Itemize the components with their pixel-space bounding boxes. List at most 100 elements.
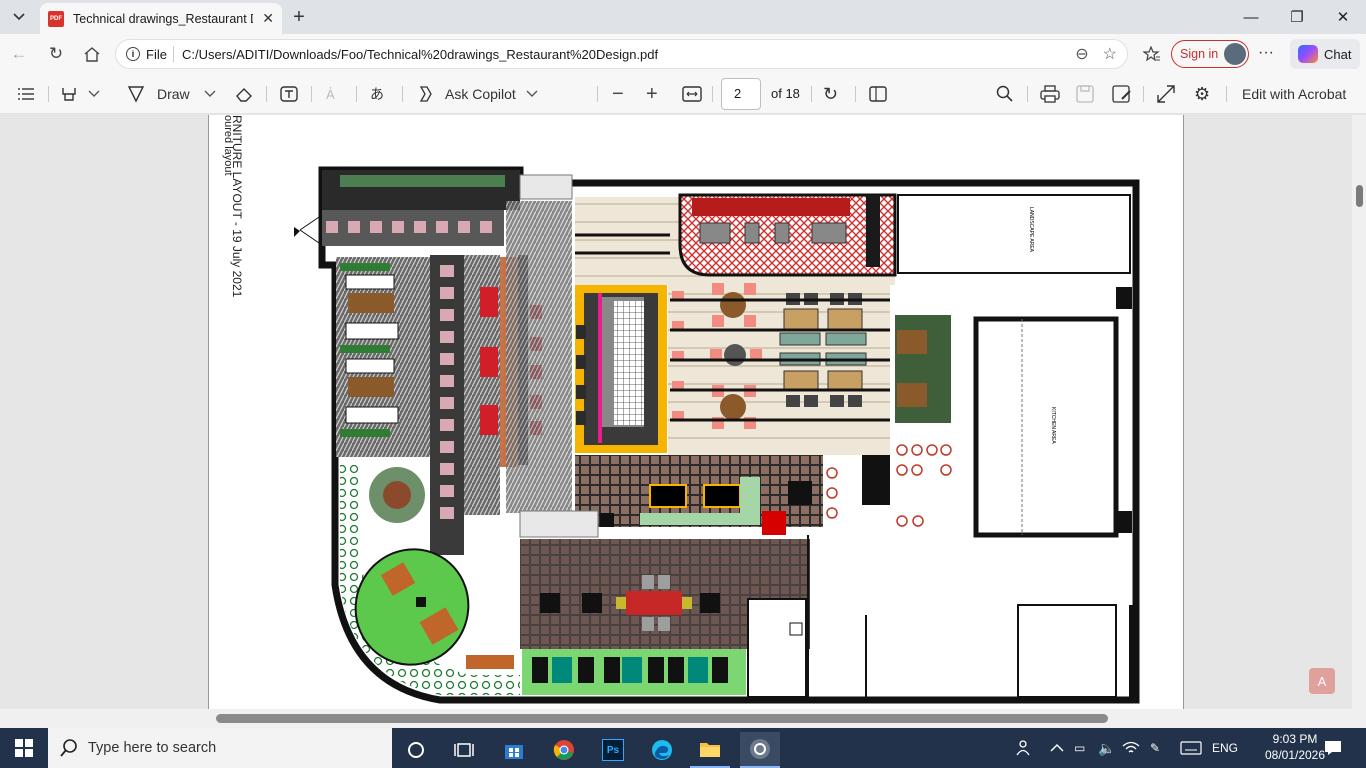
horizontal-scrollbar[interactable] [0,709,1366,728]
taskbar-search-input[interactable]: Type here to search [48,728,392,768]
print-button[interactable] [1040,82,1060,106]
task-view-button[interactable] [444,732,484,768]
active-app-button[interactable] [740,732,780,768]
close-window-button[interactable]: ✕ [1320,0,1366,34]
save-button[interactable] [1076,82,1094,106]
highlight-button[interactable] [60,82,100,106]
cortana-icon [408,742,424,758]
vertical-scroll-thumb[interactable] [1356,185,1363,207]
minimize-button[interactable]: — [1228,0,1274,34]
app-settings-icon [750,739,770,759]
copilot-icon [1298,45,1318,63]
more-options-icon[interactable]: ··· [1258,44,1274,62]
clock[interactable]: 9:03 PM 08/01/2026 [1263,731,1327,763]
page-view-icon [869,86,887,102]
chevron-up-icon [1050,743,1064,752]
clock-time: 9:03 PM [1272,732,1318,746]
tab-title: Technical drawings_Restaurant De [73,11,253,26]
input-language[interactable]: ENG [1212,728,1238,768]
restore-button[interactable]: ❐ [1274,0,1320,34]
chrome-icon [553,740,574,760]
fit-width-icon [682,86,702,102]
restaurant-floor-plan: LANDSCAPE AREA KITCHEN AREA [294,166,1140,704]
battery-icon[interactable]: ▭ [1074,728,1085,768]
draw-button[interactable]: Draw [127,82,216,106]
notification-center-button[interactable] [1324,728,1342,768]
horizontal-scroll-thumb[interactable] [216,714,1108,723]
full-screen-button[interactable] [1157,82,1175,106]
favorite-star-icon[interactable]: ☆ [1103,44,1117,64]
volume-icon[interactable]: 🔈 [1098,728,1115,768]
start-button[interactable] [0,728,48,768]
text-box-icon [280,86,298,102]
page-view-button[interactable] [869,82,887,106]
divider [172,46,174,62]
vertical-scrollbar[interactable] [1352,115,1366,709]
browser-tab-active[interactable]: PDF Technical drawings_Restaurant De ✕ [40,3,282,34]
close-tab-icon[interactable]: ✕ [262,10,274,27]
expand-icon [1157,85,1175,103]
info-icon[interactable]: i [126,47,140,61]
search-placeholder: Type here to search [88,740,217,756]
fit-to-width-button[interactable] [682,82,702,106]
home-button[interactable] [79,42,105,66]
show-hidden-icons-button[interactable] [1050,728,1064,768]
rotate-icon: ↻ [823,83,839,104]
rotate-button[interactable]: ↻ [823,82,838,106]
photoshop-button[interactable]: Ps [593,732,633,768]
chevron-down-icon[interactable] [526,90,538,98]
pen-workspace-icon [1016,740,1030,756]
acrobat-icon[interactable]: A [1309,668,1335,694]
cortana-button[interactable] [396,732,436,768]
zoom-in-button[interactable]: + [646,82,658,106]
edit-acrobat-label: Edit with Acrobat [1242,86,1347,102]
settings-button[interactable]: ⚙ [1194,82,1210,106]
favorites-button[interactable] [1139,42,1165,66]
edit-with-acrobat-button[interactable]: Edit with Acrobat [1242,82,1346,106]
new-tab-button[interactable]: + [287,5,311,29]
chrome-button[interactable] [544,732,584,768]
edge-button[interactable] [642,732,682,768]
ask-copilot-button[interactable]: Ask Copilot [417,82,538,106]
save-as-button[interactable] [1112,82,1132,106]
divider [1143,86,1144,102]
zoom-out-button[interactable]: − [612,82,624,106]
tab-actions-menu-button[interactable] [6,5,32,29]
contents-button[interactable] [17,82,35,106]
page-number-input[interactable]: 2 [721,78,761,110]
sign-in-button[interactable]: Sign in [1171,40,1249,68]
file-explorer-button[interactable] [690,732,730,768]
chevron-down-icon[interactable] [204,90,216,98]
back-button[interactable]: ← [6,42,32,66]
pdf-viewer[interactable]: oured layout RNITURE LAYOUT - 19 July 20… [0,115,1366,709]
highlighter-icon [62,88,76,101]
favorites-icon [1143,46,1160,62]
print-icon [1040,85,1060,103]
divider [48,86,49,102]
find-button[interactable] [996,82,1014,106]
chevron-down-icon[interactable] [88,90,100,98]
refresh-button[interactable]: ↻ [43,42,69,66]
eraser-icon [236,88,252,102]
microsoft-store-button[interactable] [494,732,534,768]
store-icon [505,745,523,759]
copilot-chat-button[interactable]: Chat [1290,39,1360,69]
url-scheme-label: File [146,46,167,62]
folder-icon [700,743,720,757]
wifi-icon[interactable] [1122,728,1140,768]
divider [402,86,403,102]
zoom-out-icon[interactable]: ⊖ [1075,44,1088,64]
kitchen-area-label: KITCHEN AREA [1050,407,1056,444]
chevron-down-icon [13,13,25,21]
pen-icon[interactable]: ✎ [1150,728,1160,768]
people-icon[interactable] [1014,728,1032,768]
keyboard-icon[interactable] [1180,728,1202,768]
divider [597,86,598,102]
add-text-button[interactable] [280,82,298,106]
translate-button[interactable]: あ [370,82,384,106]
erase-button[interactable] [235,82,253,106]
address-input[interactable]: i File C:/Users/ADITI/Downloads/Foo/Tech… [115,39,1128,69]
pen-icon [127,86,145,103]
read-aloud-button[interactable]: A᷾ [326,82,335,106]
title-bar: PDF Technical drawings_Restaurant De ✕ +… [0,0,1366,34]
